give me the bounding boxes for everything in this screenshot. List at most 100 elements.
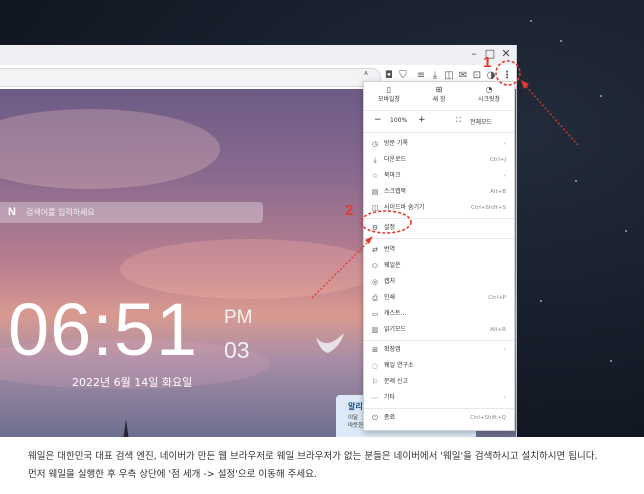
menu-item-scrapbook[interactable]: ▤ 스크랩북 Alt+B — [364, 184, 514, 200]
new-window-icon: ⊞ — [435, 85, 443, 94]
fullscreen-label[interactable]: 전체모드 — [470, 117, 492, 126]
menu-item-label: 문제 신고 — [384, 378, 408, 385]
clock-ampm: PM — [224, 307, 253, 328]
menu-item-shortcut: Alt+R — [490, 327, 506, 333]
zoom-row: − 100% + ⛶ 전체모드 — [364, 110, 514, 133]
new-window-label: 새 창 — [432, 96, 446, 103]
lab-icon: ◌ — [371, 362, 379, 370]
gear-icon: ⚙ — [371, 224, 379, 232]
menu-item-downloads[interactable]: ⤓ 다운로드 Ctrl+J — [364, 152, 514, 168]
menu-item-whaleon[interactable]: ⬭ 웨일온 — [364, 258, 514, 274]
menu-item-label: 종료 — [384, 414, 396, 421]
capture-icon: ◎ — [371, 278, 379, 286]
toast-line1: 이달 — [348, 415, 359, 421]
scrapbook-icon: ▤ — [371, 188, 379, 196]
cast-icon: ▭ — [371, 310, 379, 318]
secret-icon: ◔ — [485, 85, 493, 94]
menu-item-label: 사이드바 숨기기 — [384, 204, 425, 211]
menu-item-reader-mode[interactable]: ▥ 읽기모드 Alt+R — [364, 322, 514, 338]
menu-item-cast[interactable]: ▭ 캐스트... — [364, 306, 514, 322]
flag-icon: ⚐ — [371, 378, 379, 386]
toast-title: 알리 — [348, 402, 363, 411]
search-placeholder: 검색어를 입력하세요 — [26, 208, 95, 217]
clock-seconds: 03 — [224, 337, 250, 363]
menu-item-label: 캐스트... — [384, 310, 407, 317]
translate-icon[interactable]: ᴬ — [364, 71, 368, 81]
sidebar-icon: ◫ — [371, 204, 379, 212]
menu-divider — [364, 238, 514, 239]
menu-item-shortcut: › — [503, 347, 506, 353]
menu-item-shortcut: › — [503, 173, 506, 179]
printer-icon: ⎙ — [372, 294, 378, 302]
zoom-out-button[interactable]: − — [374, 115, 382, 125]
title-bar: – □ ✕ — [0, 45, 516, 65]
menu-item-label: 웨일온 — [384, 262, 401, 269]
menu-item-label: 기타 — [384, 394, 396, 401]
menu-item-report-issue[interactable]: ⚐ 문제 신고 — [364, 374, 514, 390]
menu-item-extensions[interactable]: ⊞ 확장앱 › — [364, 342, 514, 358]
menu-item-shortcut: Ctrl+P — [488, 295, 506, 301]
menu-divider — [364, 340, 514, 341]
menu-item-label: 번역 — [384, 246, 396, 253]
mobile-window-label: 모바일창 — [377, 96, 401, 103]
whale-logo-icon — [316, 333, 344, 353]
clock-date: 2022년 6월 14일 화요일 — [72, 376, 193, 389]
more-icon: ⋯ — [371, 394, 379, 402]
naver-logo-icon: N — [8, 206, 16, 218]
zoom-level: 100% — [390, 117, 408, 124]
mobile-icon: ▯ — [386, 85, 392, 94]
menu-item-more[interactable]: ⋯ 기타 › — [364, 390, 514, 406]
menu-item-label: 읽기모드 — [384, 326, 407, 333]
menu-item-label: 스크랩북 — [384, 188, 407, 195]
menu-item-translate[interactable]: ⇄ 번역 — [364, 242, 514, 258]
menu-item-shortcut: Alt+B — [490, 189, 506, 195]
menu-item-history[interactable]: ◷ 방문 기록 › — [364, 136, 514, 152]
menu-window-buttons: ▯ 모바일창 ⊞ 새 창 ◔ 시크릿창 — [364, 82, 514, 111]
menu-item-label: 캡처 — [384, 278, 396, 285]
address-bar[interactable]: ᴬ — [0, 68, 381, 87]
caption-line-1: 웨일은 대한민국 대표 검색 엔진, 네이버가 만든 웹 브라우저로 웨일 브라… — [28, 451, 598, 462]
menu-item-label: 설정 — [384, 224, 396, 231]
menu-item-shortcut: Ctrl+J — [489, 157, 506, 163]
menu-item-shortcut: Ctrl+Shift+Q — [470, 415, 506, 421]
menu-divider — [364, 218, 514, 219]
translate-icon: ⇄ — [372, 246, 378, 254]
browser-main-menu: ▯ 모바일창 ⊞ 새 창 ◔ 시크릿창 − 100% + ⛶ 전체모드 ◷ 방문 … — [363, 81, 515, 431]
menu-item-label: 다운로드 — [384, 156, 407, 163]
menu-divider — [364, 408, 514, 409]
menu-item-label: 북마크 — [384, 172, 401, 179]
menu-item-print[interactable]: ⎙ 인쇄 Ctrl+P — [364, 290, 514, 306]
menu-item-label: 인쇄 — [384, 294, 396, 301]
whaleon-icon: ⬭ — [372, 262, 378, 270]
zoom-in-button[interactable]: + — [418, 115, 426, 125]
clock-time: 06:51 — [8, 288, 199, 371]
step-marker-1: 1 — [483, 54, 492, 71]
caption-line-2: 먼저 웨일을 실행한 후 우측 상단에 '점 세개 -> 설정'으로 이동해 주… — [28, 469, 317, 480]
close-button[interactable]: ✕ — [498, 46, 514, 62]
minimize-button[interactable]: – — [466, 46, 482, 62]
menu-item-shortcut: › — [503, 141, 506, 147]
step-marker-2: 2 — [345, 202, 354, 219]
menu-item-label: 방문 기록 — [384, 140, 408, 147]
menu-item-settings[interactable]: ⚙ 설정 — [364, 220, 514, 236]
menu-item-capture[interactable]: ◎ 캡처 — [364, 274, 514, 290]
menu-item-exit[interactable]: ⏻ 종료 Ctrl+Shift+Q — [364, 410, 514, 426]
secret-window-button[interactable]: ◔ 시크릿창 — [464, 84, 514, 108]
fullscreen-icon[interactable]: ⛶ — [456, 116, 461, 125]
power-icon: ⏻ — [372, 414, 378, 422]
menu-item-label: 웨일 연구소 — [384, 362, 414, 369]
download-icon: ⤓ — [373, 156, 377, 164]
star-icon: ☆ — [371, 172, 379, 180]
menu-item-whale-lab[interactable]: ◌ 웨일 연구소 — [364, 358, 514, 374]
menu-item-shortcut: Ctrl+Shift+S — [471, 205, 506, 211]
extension-icon: ⊞ — [372, 346, 378, 354]
history-icon: ◷ — [371, 140, 379, 148]
search-box[interactable]: N 검색어를 입력하세요 — [0, 202, 263, 223]
spire-silhouette — [118, 419, 134, 437]
reader-icon: ▥ — [371, 326, 379, 334]
new-window-button[interactable]: ⊞ 새 창 — [414, 84, 464, 108]
menu-item-bookmarks[interactable]: ☆ 북마크 › — [364, 168, 514, 184]
secret-window-label: 시크릿창 — [477, 96, 501, 103]
menu-item-hide-sidebar[interactable]: ◫ 사이드바 숨기기 Ctrl+Shift+S — [364, 200, 514, 216]
mobile-window-button[interactable]: ▯ 모바일창 — [364, 84, 414, 108]
